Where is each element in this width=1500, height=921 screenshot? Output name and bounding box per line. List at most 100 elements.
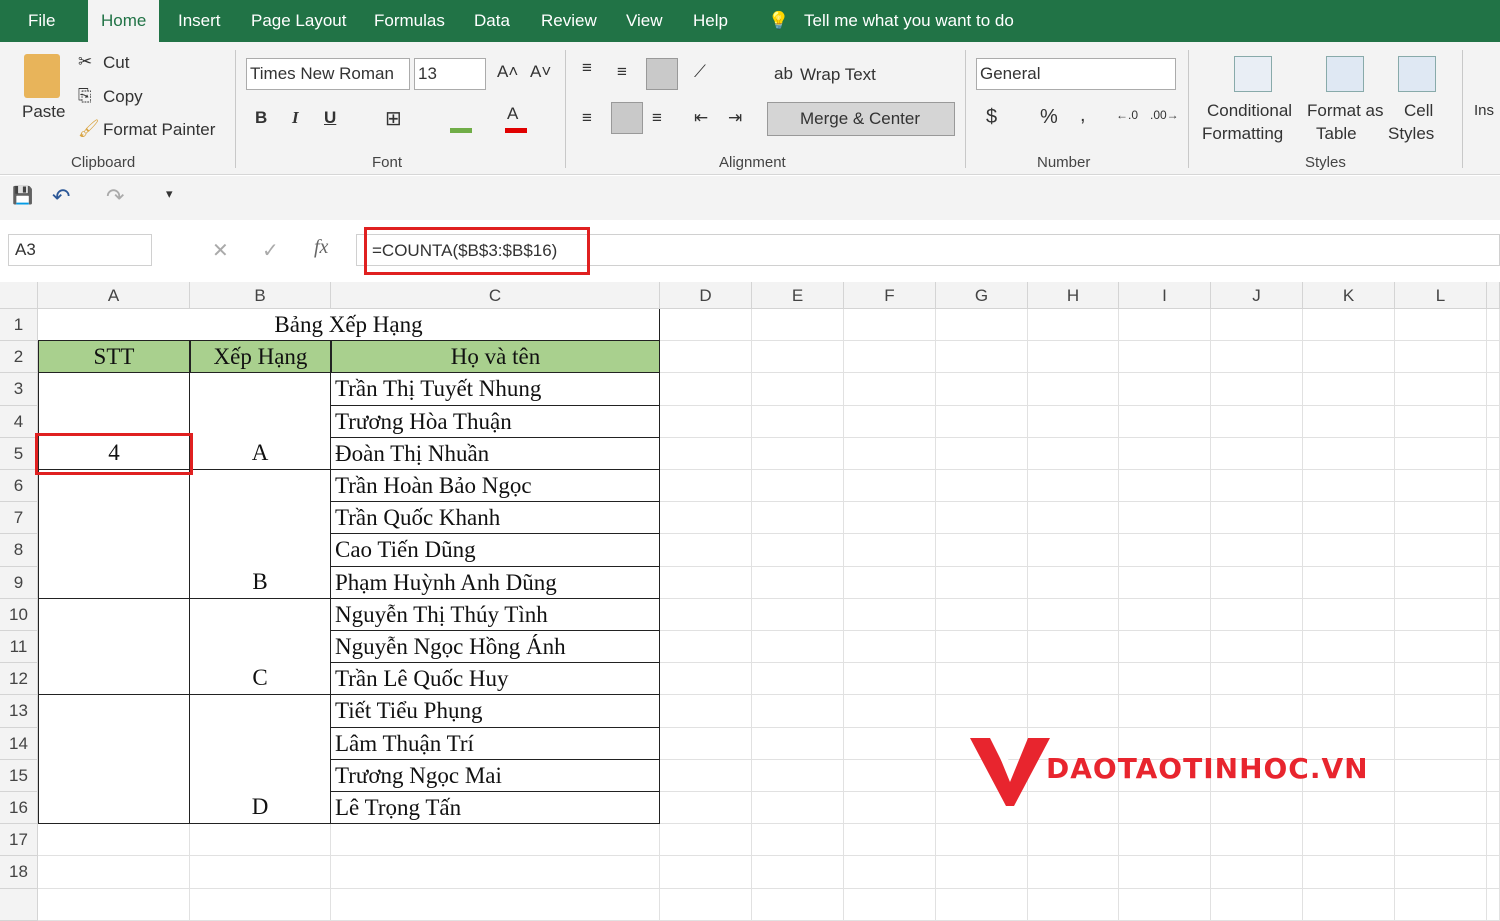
worksheet-grid[interactable]: A B C D E F G H I J K L 1 2 3 4 5 6 7 8 9 10 11 12 13 14 15 16 17 18 B… (0, 282, 1500, 921)
row-header[interactable]: 1 (0, 309, 38, 342)
cell[interactable] (1487, 534, 1500, 567)
column-header-G[interactable]: G (936, 282, 1028, 309)
cell[interactable] (844, 502, 936, 535)
row-header[interactable]: 10 (0, 598, 38, 631)
cell[interactable] (1119, 598, 1211, 631)
cell[interactable] (1211, 888, 1303, 921)
paste-icon[interactable] (24, 54, 60, 98)
cell[interactable] (844, 792, 936, 825)
copy-button[interactable]: Copy (103, 87, 143, 107)
wrap-text-button[interactable]: Wrap Text (800, 65, 876, 85)
font-color-icon[interactable]: A (507, 104, 518, 124)
name-cell[interactable]: Trần Quốc Khanh (331, 502, 660, 535)
rank-merged-cell[interactable]: D (190, 695, 331, 825)
cell[interactable] (1211, 470, 1303, 503)
cell[interactable] (1211, 534, 1303, 567)
cell[interactable] (936, 341, 1028, 374)
column-header-B[interactable]: B (190, 282, 331, 309)
cell[interactable] (1028, 888, 1119, 921)
cell[interactable] (660, 695, 752, 728)
increase-indent-icon[interactable]: ⇥ (728, 108, 742, 128)
cell[interactable] (752, 437, 844, 470)
cell[interactable] (1211, 309, 1303, 342)
cell[interactable] (1487, 470, 1500, 503)
tab-file[interactable]: File (28, 0, 55, 42)
row-header[interactable]: 17 (0, 824, 38, 857)
align-top-icon[interactable]: ≡ (582, 58, 592, 78)
cell[interactable] (752, 566, 844, 599)
cell[interactable] (1487, 824, 1500, 857)
cell[interactable] (936, 695, 1028, 728)
cell[interactable] (1395, 534, 1487, 567)
cell[interactable] (331, 888, 660, 921)
row-header[interactable]: 14 (0, 727, 38, 760)
tell-me-search[interactable]: Tell me what you want to do (804, 0, 1014, 42)
row-header[interactable]: 13 (0, 695, 38, 728)
cell[interactable] (1119, 888, 1211, 921)
cell[interactable] (1211, 663, 1303, 696)
cell[interactable] (936, 824, 1028, 857)
cell[interactable] (1119, 824, 1211, 857)
italic-button[interactable]: I (292, 108, 299, 128)
tab-formulas[interactable]: Formulas (374, 0, 445, 42)
cell[interactable] (936, 502, 1028, 535)
cell[interactable] (1303, 373, 1395, 406)
cell[interactable] (1395, 695, 1487, 728)
cell[interactable] (1119, 695, 1211, 728)
cell[interactable] (752, 824, 844, 857)
cell[interactable] (660, 470, 752, 503)
cell[interactable] (752, 663, 844, 696)
cell[interactable] (190, 888, 331, 921)
tab-view[interactable]: View (626, 0, 663, 42)
row-header[interactable]: 12 (0, 663, 38, 696)
cell[interactable] (660, 888, 752, 921)
cell[interactable] (752, 309, 844, 342)
column-header-J[interactable]: J (1211, 282, 1303, 309)
header-cell[interactable]: Xếp Hạng (190, 341, 331, 374)
cell[interactable] (1395, 792, 1487, 825)
decrease-indent-icon[interactable]: ⇤ (694, 108, 708, 128)
cell[interactable] (752, 598, 844, 631)
row-header[interactable]: 4 (0, 405, 38, 438)
conditional-formatting-icon[interactable] (1234, 56, 1272, 92)
name-cell[interactable]: Tiết Tiểu Phụng (331, 695, 660, 728)
cell[interactable] (660, 792, 752, 825)
column-header-partial[interactable] (1487, 282, 1500, 309)
cell[interactable] (1303, 598, 1395, 631)
cell[interactable] (1395, 888, 1487, 921)
cell[interactable] (1028, 631, 1119, 664)
cell[interactable] (1028, 566, 1119, 599)
rank-merged-cell[interactable]: B (190, 470, 331, 599)
cell[interactable] (1487, 888, 1500, 921)
align-right-icon[interactable]: ≡ (652, 108, 662, 128)
cell[interactable] (1303, 309, 1395, 342)
name-cell[interactable]: Trần Thị Tuyết Nhung (331, 373, 660, 406)
cell[interactable] (1119, 437, 1211, 470)
paste-button[interactable]: Paste (22, 102, 65, 122)
cell[interactable] (1303, 824, 1395, 857)
cell[interactable] (660, 309, 752, 342)
tab-data[interactable]: Data (474, 0, 510, 42)
cell[interactable] (1487, 695, 1500, 728)
number-format-select[interactable]: General (976, 58, 1176, 90)
name-cell[interactable]: Nguyễn Ngọc Hồng Ánh (331, 631, 660, 664)
row-header[interactable]: 3 (0, 373, 38, 406)
cell[interactable] (660, 727, 752, 760)
cell[interactable] (1487, 566, 1500, 599)
cell[interactable] (752, 405, 844, 438)
cell[interactable] (844, 534, 936, 567)
cut-button[interactable]: Cut (103, 53, 129, 73)
cell[interactable] (936, 598, 1028, 631)
row-header[interactable]: 8 (0, 534, 38, 567)
currency-button[interactable]: $ (986, 106, 997, 129)
cell[interactable] (660, 373, 752, 406)
column-header-C[interactable]: C (331, 282, 660, 309)
cell[interactable] (660, 598, 752, 631)
cell[interactable] (1395, 856, 1487, 889)
cell[interactable] (1119, 373, 1211, 406)
cell[interactable] (1211, 566, 1303, 599)
column-header-K[interactable]: K (1303, 282, 1395, 309)
align-bottom-icon[interactable] (646, 58, 678, 90)
name-cell[interactable]: Nguyễn Thị Thúy Tình (331, 598, 660, 631)
row-header[interactable]: 5 (0, 437, 38, 470)
